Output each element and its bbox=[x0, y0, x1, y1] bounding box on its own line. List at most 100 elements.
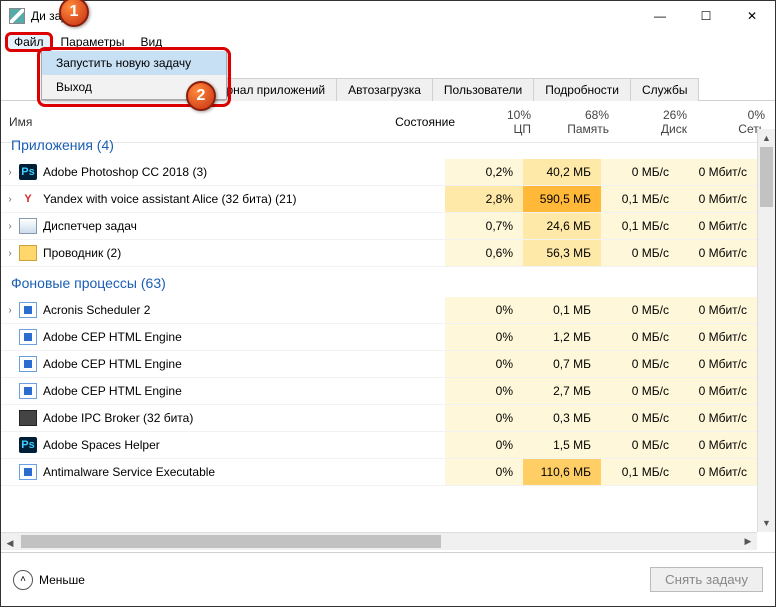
disk-cell: 0 МБ/с bbox=[601, 297, 679, 323]
y-icon: Y bbox=[19, 191, 37, 207]
menu-view[interactable]: Вид bbox=[132, 33, 170, 51]
net-cell: 0 Мбит/с bbox=[679, 186, 757, 212]
process-row[interactable]: ›Y Yandex with voice assistant Alice (32 … bbox=[1, 186, 757, 213]
mem-cell: 590,5 МБ bbox=[523, 186, 601, 212]
disk-cell: 0,1 МБ/с bbox=[601, 459, 679, 485]
net-cell: 0 Мбит/с bbox=[679, 324, 757, 350]
hscroll-thumb[interactable] bbox=[21, 535, 441, 548]
tab-services[interactable]: Службы bbox=[630, 78, 699, 101]
process-row[interactable]: › Диспетчер задач 0,7%24,6 МБ0,1 МБ/с0 Мби… bbox=[1, 213, 757, 240]
process-list: Приложения (4)›PsAdobe Photoshop CC 2018… bbox=[1, 129, 775, 550]
net-cell: 0 Мбит/с bbox=[679, 297, 757, 323]
menu-run-new-task[interactable]: Запустить новую задачу bbox=[42, 51, 226, 75]
disk-cell: 0 МБ/с bbox=[601, 432, 679, 458]
gn-icon bbox=[19, 329, 37, 345]
process-name: Диспетчер задач bbox=[43, 219, 365, 233]
process-row[interactable]: ›Проводник (2)0,6%56,3 МБ0 МБ/с0 Мбит/с bbox=[1, 240, 757, 267]
end-task-button[interactable]: Снять задачу bbox=[650, 567, 763, 592]
disk-cell: 0 МБ/с bbox=[601, 240, 679, 266]
scroll-right-icon[interactable]: ▶ bbox=[739, 533, 757, 550]
scroll-down-icon[interactable]: ▼ bbox=[758, 514, 775, 532]
annotation-2: 2 bbox=[186, 81, 216, 111]
ps-icon: Ps bbox=[19, 164, 37, 180]
scroll-up-icon[interactable]: ▲ bbox=[758, 129, 775, 147]
cpu-cell: 0% bbox=[445, 432, 523, 458]
header-name[interactable]: Имя bbox=[1, 115, 383, 129]
net-cell: 0 Мбит/с bbox=[679, 405, 757, 431]
cpu-cell: 0% bbox=[445, 459, 523, 485]
cpu-cell: 0% bbox=[445, 297, 523, 323]
horizontal-scrollbar[interactable]: ◀ ▶ bbox=[1, 532, 757, 550]
app-icon bbox=[9, 8, 25, 24]
mem-cell: 56,3 МБ bbox=[523, 240, 601, 266]
cpu-cell: 0% bbox=[445, 405, 523, 431]
process-row[interactable]: Adobe CEP HTML Engine 0%2,7 МБ0 МБ/с0 Мби… bbox=[1, 378, 757, 405]
process-row[interactable]: Adobe IPC Broker (32 бита)0%0,3 МБ0 МБ/с… bbox=[1, 405, 757, 432]
section-apps: Приложения (4) bbox=[1, 129, 757, 159]
mem-cell: 1,2 МБ bbox=[523, 324, 601, 350]
tab-users[interactable]: Пользователи bbox=[432, 78, 534, 101]
mem-cell: 1,5 МБ bbox=[523, 432, 601, 458]
fewer-details-button[interactable]: ˄ Меньше bbox=[13, 570, 85, 590]
cpu-cell: 0,6% bbox=[445, 240, 523, 266]
process-row[interactable]: Adobe CEP HTML Engine0%0,7 МБ0 МБ/с0 Мби… bbox=[1, 351, 757, 378]
scroll-thumb[interactable] bbox=[760, 147, 773, 207]
maximize-button[interactable]: ☐ bbox=[683, 1, 729, 31]
process-name: Adobe CEP HTML Engine bbox=[43, 330, 365, 344]
mem-cell: 2,7 МБ bbox=[523, 378, 601, 404]
process-name: Adobe CEP HTML Engine bbox=[43, 384, 365, 398]
disk-cell: 0 МБ/с bbox=[601, 351, 679, 377]
net-cell: 0 Мбит/с bbox=[679, 159, 757, 185]
process-name: Antimalware Service Executable bbox=[43, 465, 365, 479]
section-background: Фоновые процессы (63) bbox=[1, 267, 757, 297]
cpu-cell: 0% bbox=[445, 324, 523, 350]
footer: ˄ Меньше Снять задачу bbox=[1, 552, 775, 606]
cpu-cell: 0% bbox=[445, 378, 523, 404]
disk-cell: 0,1 МБ/с bbox=[601, 213, 679, 239]
gn-icon bbox=[19, 464, 37, 480]
process-row[interactable]: Antimalware Service Executable0%110,6 МБ… bbox=[1, 459, 757, 486]
close-button[interactable]: ✕ bbox=[729, 1, 775, 31]
expand-icon[interactable]: › bbox=[1, 221, 19, 232]
cpu-cell: 0,2% bbox=[445, 159, 523, 185]
net-cell: 0 Мбит/с bbox=[679, 240, 757, 266]
disk-cell: 0,1 МБ/с bbox=[601, 186, 679, 212]
mem-cell: 24,6 МБ bbox=[523, 213, 601, 239]
disk-cell: 0 МБ/с bbox=[601, 378, 679, 404]
expand-icon[interactable]: › bbox=[1, 167, 19, 178]
process-row[interactable]: PsAdobe Spaces Helper0%1,5 МБ0 МБ/с0 Мби… bbox=[1, 432, 757, 459]
net-cell: 0 Мбит/с bbox=[679, 351, 757, 377]
vertical-scrollbar[interactable]: ▲ ▼ bbox=[757, 129, 775, 532]
mem-cell: 0,1 МБ bbox=[523, 297, 601, 323]
cpu-cell: 2,8% bbox=[445, 186, 523, 212]
process-row[interactable]: Adobe CEP HTML Engine 0%1,2 МБ0 МБ/с0 Мби… bbox=[1, 324, 757, 351]
minimize-button[interactable]: — bbox=[637, 1, 683, 31]
process-name: Adobe CEP HTML Engine bbox=[43, 357, 365, 371]
process-name: Adobe Spaces Helper bbox=[43, 438, 365, 452]
disk-cell: 0 МБ/с bbox=[601, 159, 679, 185]
tab-details[interactable]: Подробности bbox=[533, 78, 631, 101]
ex-icon bbox=[19, 245, 37, 261]
ps-icon: Ps bbox=[19, 437, 37, 453]
cpu-cell: 0,7% bbox=[445, 213, 523, 239]
expand-icon[interactable]: › bbox=[1, 305, 19, 316]
gn-icon bbox=[19, 383, 37, 399]
process-row[interactable]: ›PsAdobe Photoshop CC 2018 (3)0,2%40,2 М… bbox=[1, 159, 757, 186]
ipc-icon bbox=[19, 410, 37, 426]
tab-startup[interactable]: Автозагрузка bbox=[336, 78, 433, 101]
expand-icon[interactable]: › bbox=[1, 248, 19, 259]
process-name: Yandex with voice assistant Alice (32 би… bbox=[43, 192, 365, 206]
menu-file[interactable]: Файл bbox=[5, 32, 53, 52]
expand-icon[interactable]: › bbox=[1, 194, 19, 205]
header-state[interactable]: Состояние bbox=[383, 115, 463, 129]
menu-options[interactable]: Параметры bbox=[53, 33, 133, 51]
disk-cell: 0 МБ/с bbox=[601, 324, 679, 350]
tab-app-history[interactable]: рнал приложений bbox=[224, 78, 338, 101]
titlebar: Ди задач — ☐ ✕ bbox=[1, 1, 775, 31]
gn-icon bbox=[19, 302, 37, 318]
net-cell: 0 Мбит/с bbox=[679, 213, 757, 239]
net-cell: 0 Мбит/с bbox=[679, 378, 757, 404]
scroll-left-icon[interactable]: ◀ bbox=[1, 535, 19, 550]
disk-cell: 0 МБ/с bbox=[601, 405, 679, 431]
process-row[interactable]: ›Acronis Scheduler 20%0,1 МБ0 МБ/с0 Мбит… bbox=[1, 297, 757, 324]
